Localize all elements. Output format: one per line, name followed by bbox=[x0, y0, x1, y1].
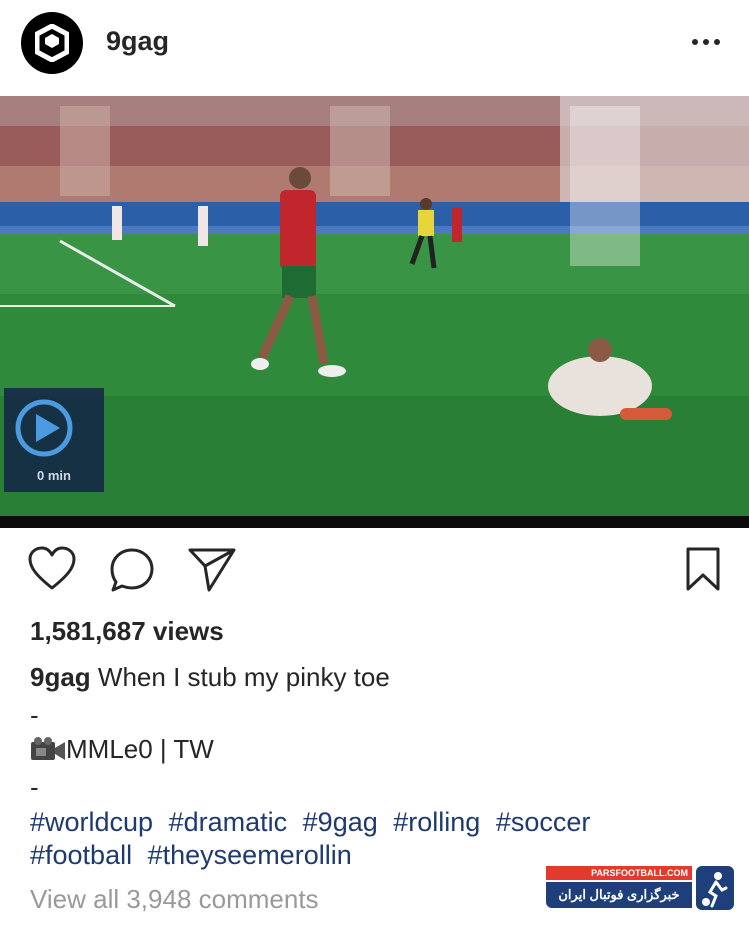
action-bar bbox=[0, 540, 749, 600]
caption-dash-2: - bbox=[30, 772, 39, 802]
hashtag[interactable]: #football bbox=[30, 840, 132, 870]
bookmark-icon[interactable] bbox=[684, 546, 722, 592]
heart-icon[interactable] bbox=[27, 546, 77, 592]
send-icon[interactable] bbox=[187, 546, 237, 592]
hashtag-list: #worldcup #dramatic #9gag #rolling #socc… bbox=[30, 806, 730, 872]
credit-text: MMLe0 | TW bbox=[66, 734, 214, 764]
credit-line: MMLe0 | TW bbox=[30, 734, 214, 765]
caption: 9gag When I stub my pinky toe bbox=[30, 662, 390, 693]
hashtag[interactable]: #9gag bbox=[303, 807, 378, 837]
post-header: 9gag bbox=[0, 0, 749, 96]
hashtag[interactable]: #dramatic bbox=[169, 807, 288, 837]
caption-username[interactable]: 9gag bbox=[30, 662, 91, 692]
hashtag[interactable]: #rolling bbox=[393, 807, 480, 837]
comment-icon[interactable] bbox=[108, 546, 156, 594]
caption-text: When I stub my pinky toe bbox=[97, 662, 390, 692]
more-dots-icon[interactable] bbox=[691, 30, 721, 54]
video-frame bbox=[0, 96, 749, 528]
video-time-label: 0 min bbox=[37, 468, 71, 483]
watermark-tagline: خبرگزاری فوتبال ایران bbox=[546, 882, 692, 908]
avatar[interactable] bbox=[21, 12, 83, 74]
watermark: PARSFOOTBALL.COM خبرگزاری فوتبال ایران bbox=[546, 866, 734, 912]
play-icon bbox=[15, 399, 73, 457]
view-count[interactable]: 1,581,687 views bbox=[30, 616, 224, 647]
hashtag[interactable]: #worldcup bbox=[30, 807, 153, 837]
watermark-logo-icon bbox=[696, 866, 734, 910]
watermark-site: PARSFOOTBALL.COM bbox=[546, 866, 692, 880]
hashtag[interactable]: #theyseemerollin bbox=[148, 840, 352, 870]
9gag-logo-icon bbox=[35, 24, 69, 62]
view-all-comments-link[interactable]: View all 3,948 comments bbox=[30, 884, 319, 915]
hashtag[interactable]: #soccer bbox=[496, 807, 591, 837]
video-player[interactable]: 0 min bbox=[0, 96, 749, 528]
video-camera-icon bbox=[31, 737, 65, 760]
play-overlay[interactable]: 0 min bbox=[4, 388, 104, 492]
post-username[interactable]: 9gag bbox=[106, 26, 169, 57]
caption-dash: - bbox=[30, 700, 39, 730]
